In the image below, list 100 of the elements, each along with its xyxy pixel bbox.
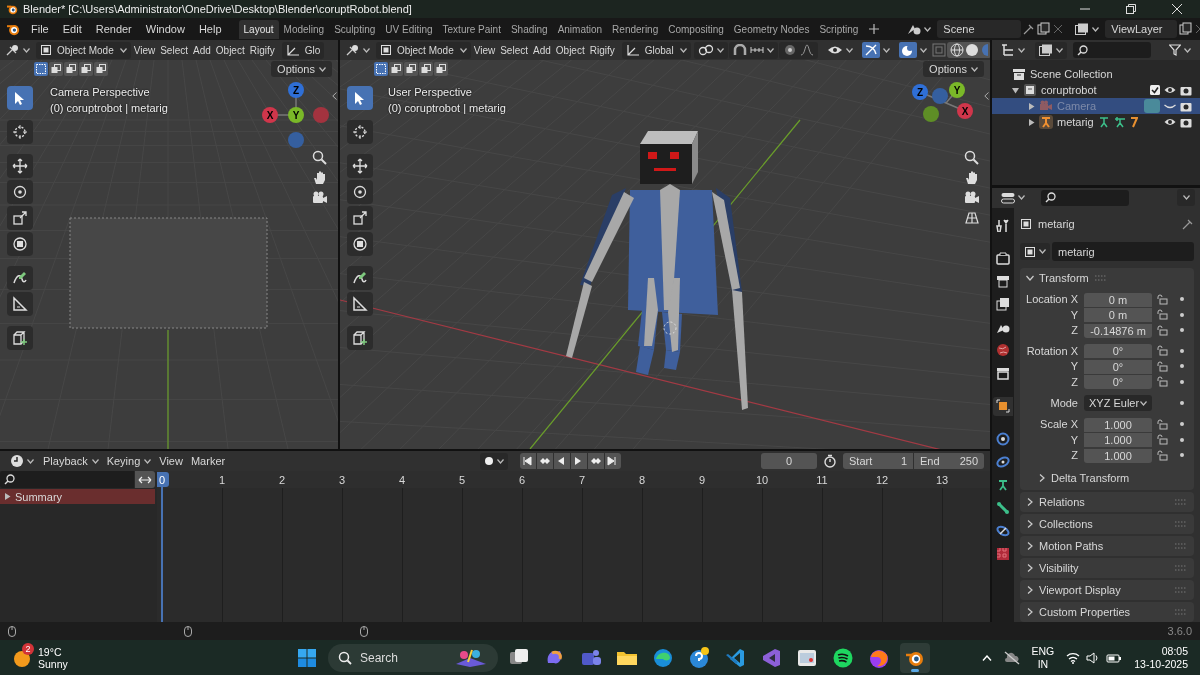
header-menu-item[interactable]: Select: [498, 44, 530, 56]
header-menu-item[interactable]: Keying: [103, 455, 155, 467]
number-field[interactable]: 0°: [1084, 343, 1152, 359]
outliner-row[interactable]: coruptrobot: [992, 82, 1200, 98]
header-menu-item[interactable]: Select: [158, 44, 190, 56]
header-menu-item[interactable]: View: [156, 455, 186, 467]
mode-dropdown[interactable]: Object Mode: [376, 41, 471, 59]
number-field[interactable]: 1.000: [1084, 447, 1152, 463]
number-field[interactable]: -0.14876 m: [1084, 322, 1152, 338]
header-menu-item[interactable]: Object: [213, 44, 247, 56]
workspace-tab[interactable]: Shading: [505, 19, 553, 39]
axis-handle[interactable]: Z: [288, 82, 304, 98]
field-label: Mode: [1049, 397, 1079, 409]
channel-label: Summary: [15, 490, 63, 503]
menu-item[interactable]: File: [24, 21, 56, 37]
notification-badge: 2: [22, 642, 34, 655]
frame-number: 8: [637, 473, 647, 486]
options-dropdown[interactable]: Options: [271, 61, 332, 77]
frame-number: 1: [217, 473, 227, 486]
outliner-row[interactable]: metarig: [992, 114, 1200, 130]
end-frame-field[interactable]: End 250: [914, 453, 984, 469]
header-menu-item[interactable]: Playback: [40, 455, 102, 467]
subpanel-header[interactable]: Delta Transform: [1020, 468, 1194, 488]
frame-number: 11: [815, 473, 829, 486]
current-frame-field[interactable]: 0: [761, 453, 817, 469]
number-field[interactable]: 0°: [1084, 374, 1152, 390]
frame-number: 2: [277, 473, 287, 486]
orientation-dropdown[interactable]: Global: [621, 41, 691, 59]
panel-header[interactable]: Custom Properties: [1020, 602, 1194, 622]
menu-item[interactable]: Help: [191, 21, 229, 37]
frame-number: 9: [697, 473, 707, 486]
start-frame-field[interactable]: Start 1: [843, 453, 913, 469]
active-object-text: (0) coruptrobot | metarig: [50, 102, 168, 114]
frame-number: 12: [874, 473, 890, 486]
field-label: Location X: [1025, 293, 1079, 306]
clock[interactable]: 08:05 13-10-2025: [1134, 644, 1188, 671]
mode-dropdown[interactable]: Object Mode: [36, 41, 131, 59]
workspace-tab[interactable]: Layout: [238, 19, 279, 39]
panel-header[interactable]: Relations: [1020, 492, 1194, 512]
menu-item[interactable]: Render: [88, 21, 139, 37]
field-label: Y: [1069, 308, 1079, 321]
version-text: 3.6.0: [1167, 625, 1192, 637]
scene-field[interactable]: Scene: [937, 20, 1022, 38]
axis-handle[interactable]: Z: [912, 84, 928, 100]
language-indicator[interactable]: ENG IN: [1031, 644, 1055, 671]
number-field[interactable]: 1.000: [1084, 432, 1152, 448]
field-label: Y: [1069, 433, 1079, 446]
axis-handle[interactable]: Y: [949, 82, 965, 98]
number-field[interactable]: 0 m: [1084, 291, 1152, 307]
workspace-tab[interactable]: Scripting: [814, 19, 864, 39]
number-field[interactable]: 1.000: [1084, 416, 1152, 432]
axis-handle[interactable]: X: [957, 103, 973, 119]
view-layer-field[interactable]: ViewLayer: [1105, 20, 1178, 38]
frame-number: 4: [397, 473, 407, 486]
field-label: Z: [1070, 449, 1079, 462]
header-menu-item[interactable]: View: [471, 44, 498, 56]
object-name-field[interactable]: metarig: [1052, 242, 1194, 261]
axis-handle[interactable]: X: [262, 107, 278, 123]
header-menu-item[interactable]: Marker: [187, 455, 229, 467]
panel-header[interactable]: Motion Paths: [1020, 536, 1194, 556]
frame-number: 10: [754, 473, 770, 486]
workspace-tab[interactable]: Texture Paint: [437, 19, 506, 39]
frame-number: 5: [457, 473, 467, 486]
view-name: User Perspective: [388, 86, 473, 98]
field-label: Z: [1070, 324, 1079, 337]
workspace-tab[interactable]: Geometry Nodes: [728, 19, 815, 39]
orientation-dropdown[interactable]: Glo: [281, 41, 325, 59]
scene-collection-label[interactable]: Scene Collection: [1030, 68, 1113, 80]
search-field[interactable]: Search: [328, 644, 498, 672]
options-dropdown[interactable]: Options: [923, 61, 984, 77]
header-menu-item[interactable]: Rigify: [587, 44, 617, 56]
panel-header[interactable]: Collections: [1020, 514, 1194, 534]
header-menu-item[interactable]: Add: [191, 44, 213, 56]
workspace-tab[interactable]: UV Editing: [380, 19, 438, 39]
workspace-tab[interactable]: Animation: [552, 19, 608, 39]
number-field[interactable]: 0 m: [1084, 307, 1152, 323]
workspace-tab[interactable]: Rendering: [607, 19, 664, 39]
panel-header[interactable]: Transform: [1020, 267, 1194, 288]
panel-header[interactable]: Viewport Display: [1020, 580, 1194, 600]
active-object-text: (0) coruptrobot | metarig: [388, 102, 506, 114]
workspace-tab[interactable]: Sculpting: [329, 19, 381, 39]
menu-item[interactable]: Window: [138, 21, 192, 37]
number-field[interactable]: 0°: [1084, 358, 1152, 374]
axis-handle[interactable]: Y: [288, 107, 304, 123]
window-title: Blender* [C:\Users\Administrator\OneDrive\Desktop\Blender\coruptRobot.blend]: [23, 3, 412, 15]
header-menu-item[interactable]: View: [131, 44, 158, 56]
header-menu-item[interactable]: Add: [531, 44, 553, 56]
header-menu-item[interactable]: Object: [553, 44, 587, 56]
header-menu-item[interactable]: Rigify: [247, 44, 277, 56]
field-label: Scale X: [1039, 418, 1079, 431]
field-label: Y: [1069, 360, 1079, 373]
workspace-tab[interactable]: Compositing: [663, 19, 729, 39]
rotation-mode-dropdown[interactable]: XYZ Euler: [1084, 395, 1152, 411]
field-label: Z: [1070, 375, 1079, 388]
menu-item[interactable]: Edit: [55, 21, 89, 37]
panel-header[interactable]: Visibility: [1020, 558, 1194, 578]
playhead-frame[interactable]: 0: [157, 472, 169, 487]
workspace-tab[interactable]: Modeling: [278, 19, 330, 39]
object-name: metarig: [1038, 217, 1075, 230]
channel-row[interactable]: Summary: [0, 489, 155, 504]
